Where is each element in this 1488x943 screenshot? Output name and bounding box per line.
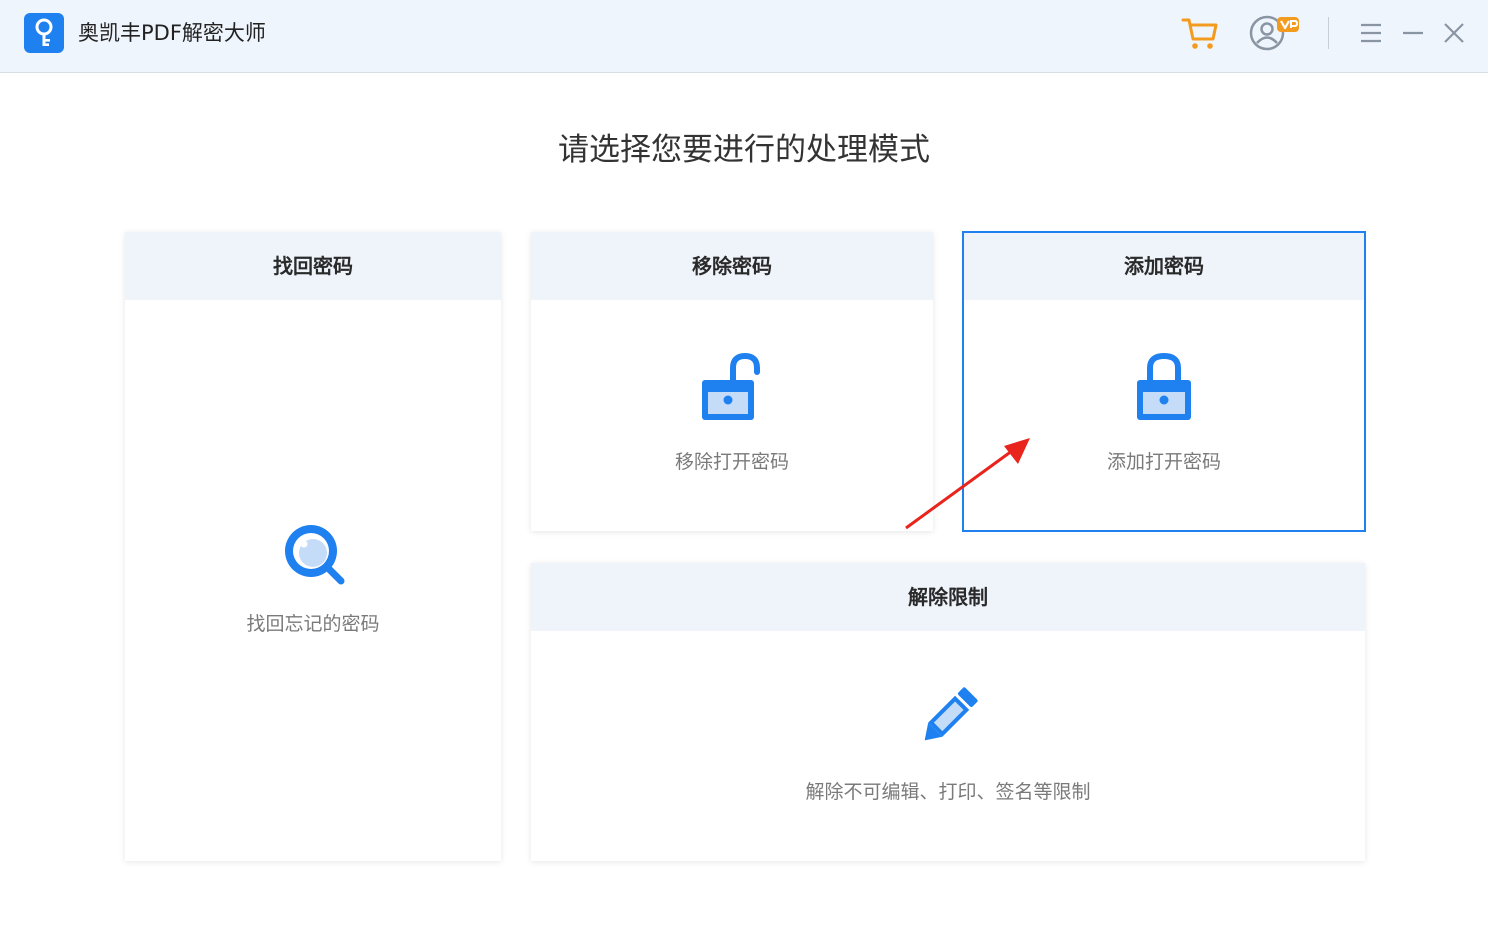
app-title: 奥凯丰PDF解密大师 — [78, 21, 266, 45]
card-recover-password[interactable]: 找回密码 找回忘记的密码 — [125, 232, 501, 861]
close-icon[interactable] — [1441, 20, 1467, 46]
title-bar: 奥凯丰PDF解密大师 — [0, 0, 1488, 73]
cart-icon[interactable] — [1180, 13, 1220, 53]
lock-icon — [1137, 352, 1191, 420]
card-description: 添加打开密码 — [1106, 451, 1221, 473]
card-remove-restrictions[interactable]: 解除限制 解除不可编辑、打印、签名等限制 — [531, 563, 1365, 861]
menu-icon[interactable] — [1358, 20, 1384, 46]
card-description: 找回忘记的密码 — [246, 613, 380, 635]
pencil-icon — [924, 687, 978, 741]
magnifier-icon — [285, 525, 345, 585]
minimize-icon[interactable] — [1400, 20, 1426, 46]
card-title: 移除密码 — [531, 232, 933, 300]
page-heading: 请选择您要进行的处理模式 — [558, 132, 930, 168]
card-title: 添加密码 — [964, 233, 1364, 300]
card-title: 解除限制 — [531, 563, 1365, 631]
titlebar-separator — [1328, 17, 1329, 49]
card-add-password[interactable]: 添加密码 添加打开密码 — [962, 231, 1366, 532]
user-vip-icon[interactable] — [1248, 12, 1302, 54]
key-icon — [35, 18, 53, 46]
card-remove-password[interactable]: 移除密码 移除打开密码 — [531, 232, 933, 531]
card-description: 移除打开密码 — [674, 451, 789, 473]
unlock-icon — [702, 352, 760, 420]
app-logo — [24, 13, 64, 53]
card-description: 解除不可编辑、打印、签名等限制 — [805, 781, 1091, 803]
card-title: 找回密码 — [125, 232, 501, 300]
